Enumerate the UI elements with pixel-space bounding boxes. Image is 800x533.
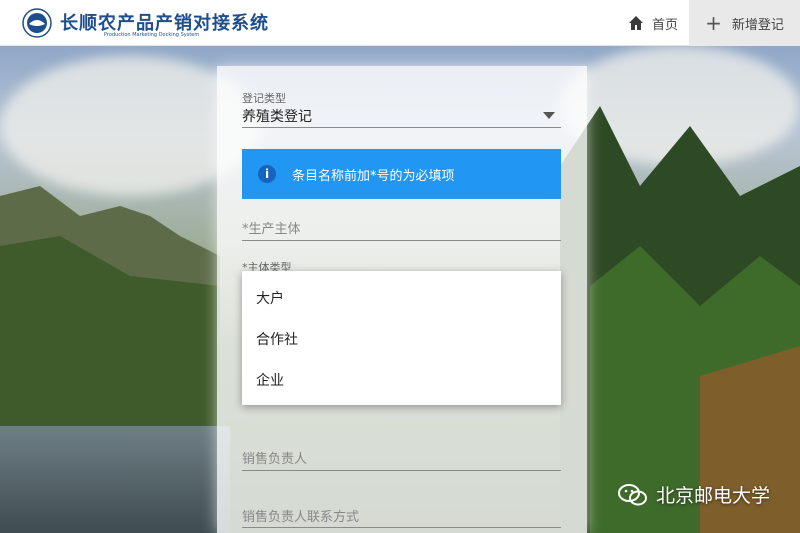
sales-person-input[interactable]: 销售负责人 <box>242 448 307 467</box>
logo-icon <box>22 8 52 38</box>
watermark: 北京邮电大学 <box>618 481 770 508</box>
nav-home-label: 首页 <box>652 17 679 33</box>
entity-type-option-large-household[interactable]: 大户 <box>242 277 561 318</box>
registration-type-label: 登记类型 <box>242 92 286 105</box>
entity-type-option-enterprise[interactable]: 企业 <box>242 359 561 400</box>
sales-contact-underline <box>242 527 561 528</box>
caret-down-icon[interactable] <box>543 112 555 119</box>
sales-person-underline <box>242 470 561 471</box>
registration-type-select[interactable]: 养殖类登记 <box>242 106 312 126</box>
plus-icon: + <box>705 11 722 35</box>
entity-type-option-cooperative[interactable]: 合作社 <box>242 318 561 359</box>
app-header: 长顺农产品产销对接系统 Production Marketing Docking… <box>0 0 800 46</box>
required-info-banner: i 条目名称前加*号的为必填项 <box>242 149 561 199</box>
watermark-text: 北京邮电大学 <box>656 485 771 507</box>
producer-underline <box>242 240 561 241</box>
app-subtitle: Production Marketing Docking System <box>104 32 200 38</box>
producer-input[interactable]: *生产主体 <box>242 218 301 237</box>
entity-type-dropdown-menu: 大户 合作社 企业 <box>242 271 561 405</box>
lake <box>0 426 230 533</box>
required-info-text: 条目名称前加*号的为必填项 <box>292 168 455 184</box>
nav-home-button[interactable]: 首页 <box>616 0 690 46</box>
info-icon: i <box>258 165 276 183</box>
sales-contact-input[interactable]: 销售负责人联系方式 <box>242 506 359 525</box>
nav-add-registration-button[interactable]: + 新增登记 <box>689 0 800 46</box>
registration-type-underline <box>242 127 561 128</box>
nav-add-label: 新增登记 <box>731 17 784 33</box>
home-icon <box>629 16 643 30</box>
wechat-icon <box>618 483 647 505</box>
